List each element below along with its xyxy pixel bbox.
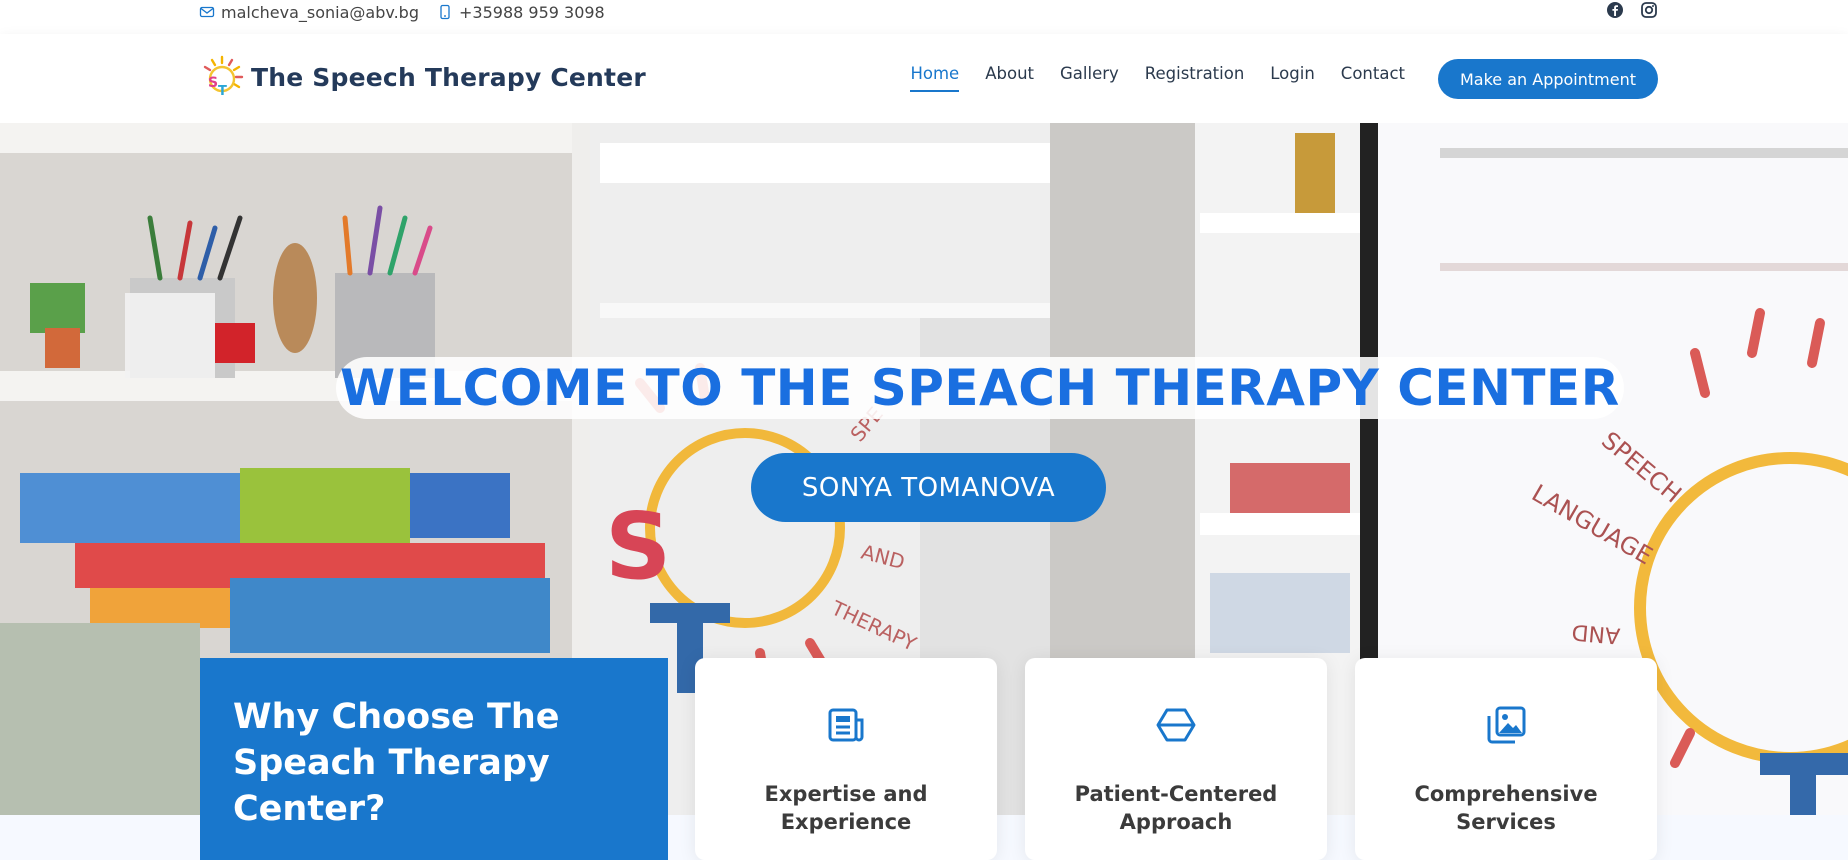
feature-card-title: Expertise and Experience (764, 782, 928, 834)
feature-card-title: Patient-Centered Approach (1074, 782, 1278, 834)
social-links (1606, 1, 1658, 19)
cube-icon (1156, 708, 1196, 742)
sun-logo-icon: S T (203, 55, 244, 99)
top-bar: malcheva_sonia@abv.bg +35988 959 3098 (0, 0, 1848, 34)
feature-card-title: Comprehensive Services (1414, 782, 1598, 834)
logo-letter-t: T (218, 84, 227, 99)
facebook-icon[interactable] (1606, 1, 1624, 19)
nav-login[interactable]: Login (1270, 64, 1315, 92)
phone-text: +35988 959 3098 (459, 2, 605, 22)
site-name: The Speech Therapy Center (251, 62, 646, 92)
why-choose-title: Why Choose The Speach Therapy Center? (233, 697, 560, 829)
feature-card-expertise: Expertise and Experience (695, 658, 997, 860)
hero-name-button[interactable]: SONYA TOMANOVA (751, 453, 1106, 522)
contact-info: malcheva_sonia@abv.bg +35988 959 3098 (199, 0, 605, 24)
logo-letter-s: S (208, 75, 218, 91)
nav-home[interactable]: Home (910, 64, 960, 92)
feature-card-patient-centered: Patient-Centered Approach (1025, 658, 1327, 860)
email-link[interactable]: malcheva_sonia@abv.bg (199, 3, 419, 22)
feature-card-comprehensive: Comprehensive Services (1355, 658, 1657, 860)
envelope-icon (199, 6, 215, 18)
nav-registration[interactable]: Registration (1145, 64, 1245, 92)
hero-title-wrapper: WELCOME TO THE SPEACH THERAPY CENTER (336, 357, 1624, 419)
images-icon (1487, 706, 1526, 744)
phone-icon (440, 4, 450, 20)
hero-title: WELCOME TO THE SPEACH THERAPY CENTER (340, 359, 1620, 417)
document-icon (828, 708, 864, 742)
nav-gallery[interactable]: Gallery (1060, 64, 1119, 92)
phone-link[interactable]: +35988 959 3098 (437, 3, 605, 22)
nav-contact[interactable]: Contact (1341, 64, 1405, 92)
nav-about[interactable]: About (985, 64, 1034, 92)
decal-word-and: AND (1571, 619, 1621, 648)
site-logo[interactable]: S T The Speech Therapy Center (199, 54, 646, 100)
email-text: malcheva_sonia@abv.bg (221, 2, 419, 22)
instagram-icon[interactable] (1640, 1, 1658, 19)
make-appointment-button[interactable]: Make an Appointment (1438, 59, 1658, 99)
why-choose-box: Why Choose The Speach Therapy Center? (200, 658, 668, 860)
decal-letter-s: S (605, 493, 671, 600)
main-nav: Home About Gallery Registration Login Co… (910, 64, 1405, 92)
main-header: S T The Speech Therapy Center Home About… (0, 34, 1848, 123)
